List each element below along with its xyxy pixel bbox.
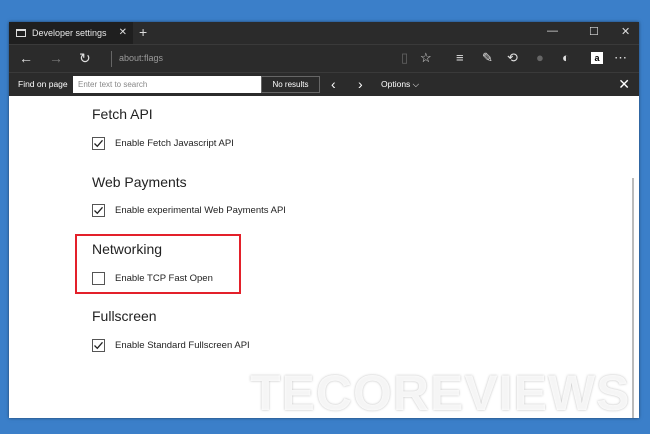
- back-arrow-icon[interactable]: ←: [19, 50, 33, 66]
- find-bar: Find on page No results ‹ › Options ⌵ ✕: [9, 72, 639, 96]
- web-note-icon[interactable]: ✎: [482, 50, 493, 66]
- share-icon[interactable]: ⟲: [507, 50, 518, 66]
- option-label: Enable Fetch Javascript API: [115, 138, 234, 149]
- browser-window: Developer settings ✕ + — ☐ ✕ ← → ↻ about…: [9, 22, 639, 418]
- find-previous-icon[interactable]: ‹: [331, 76, 336, 92]
- checkbox-tcp-fast-open[interactable]: [92, 272, 105, 285]
- page-icon: [16, 29, 26, 37]
- extension-shield-icon[interactable]: ◐: [562, 50, 570, 66]
- option-label: Enable Standard Fullscreen API: [115, 340, 250, 351]
- amazon-extension-icon[interactable]: a: [591, 52, 603, 64]
- checkbox-fetch-api[interactable]: [92, 137, 105, 150]
- reading-view-icon[interactable]: ▯: [401, 50, 408, 66]
- url-field[interactable]: about:flags: [119, 53, 163, 63]
- refresh-icon[interactable]: ↻: [79, 50, 91, 67]
- minimize-button[interactable]: —: [547, 25, 558, 37]
- section-heading-web-payments: Web Payments: [92, 174, 187, 190]
- tab-developer-settings[interactable]: Developer settings ✕: [9, 22, 133, 44]
- option-fetch-api[interactable]: Enable Fetch Javascript API: [92, 137, 234, 150]
- new-tab-plus-icon[interactable]: +: [139, 24, 147, 40]
- find-options-button[interactable]: Options ⌵: [381, 79, 419, 90]
- favorite-star-icon[interactable]: ☆: [420, 50, 432, 66]
- close-window-button[interactable]: ✕: [621, 25, 630, 38]
- tab-close-icon[interactable]: ✕: [119, 27, 127, 38]
- option-label: Enable experimental Web Payments API: [115, 205, 286, 216]
- checkbox-web-payments[interactable]: [92, 204, 105, 217]
- find-close-icon[interactable]: ✕: [618, 76, 630, 93]
- tab-title: Developer settings: [32, 28, 107, 38]
- find-results-count: No results: [261, 76, 320, 93]
- option-web-payments[interactable]: Enable experimental Web Payments API: [92, 204, 286, 217]
- watermark-logo: TECOREVIEWS: [250, 365, 631, 421]
- tab-bar: Developer settings ✕ + — ☐ ✕: [9, 22, 639, 44]
- section-heading-fetch-api: Fetch API: [92, 106, 153, 122]
- extension-icon[interactable]: ●: [536, 50, 544, 66]
- checkbox-fullscreen[interactable]: [92, 339, 105, 352]
- option-label: Enable TCP Fast Open: [115, 273, 213, 284]
- option-tcp-fast-open[interactable]: Enable TCP Fast Open: [92, 272, 213, 285]
- section-heading-fullscreen: Fullscreen: [92, 308, 157, 324]
- address-divider: [111, 51, 112, 67]
- forward-arrow-icon[interactable]: →: [49, 50, 63, 66]
- find-on-page-label: Find on page: [18, 79, 68, 89]
- option-fullscreen[interactable]: Enable Standard Fullscreen API: [92, 339, 250, 352]
- hub-icon[interactable]: ≡: [456, 50, 464, 66]
- maximize-button[interactable]: ☐: [589, 25, 599, 38]
- address-bar: ← → ↻ about:flags ▯ ☆ ≡ ✎ ⟲ ● ◐ a ⋯: [9, 44, 639, 72]
- section-heading-networking: Networking: [92, 241, 163, 257]
- find-next-icon[interactable]: ›: [358, 76, 363, 92]
- more-menu-icon[interactable]: ⋯: [614, 50, 627, 66]
- find-input[interactable]: [73, 76, 261, 93]
